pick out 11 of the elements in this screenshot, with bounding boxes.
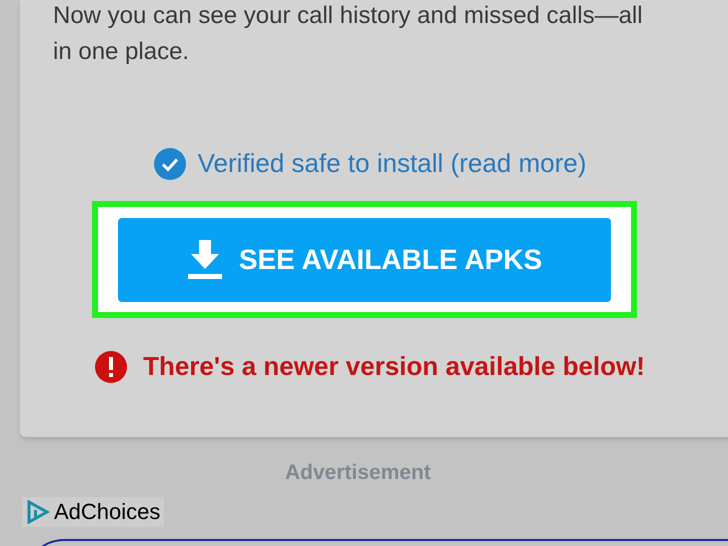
- verified-text: Verified safe to install (read more): [198, 147, 586, 180]
- alert-icon: [95, 350, 128, 382]
- warning-text: There's a newer version available below!: [143, 350, 645, 383]
- read-more-link[interactable]: (read more): [450, 148, 586, 178]
- check-icon: [154, 148, 186, 180]
- download-icon: [186, 240, 223, 280]
- advertisement-label: Advertisement: [285, 460, 431, 486]
- download-button[interactable]: SEE AVAILABLE APKS: [118, 218, 611, 302]
- description-text: Now you can see your call history and missed calls—all in one place.: [53, 1, 643, 67]
- adchoices-icon: [26, 500, 50, 524]
- adchoices-text: AdChoices: [54, 498, 160, 526]
